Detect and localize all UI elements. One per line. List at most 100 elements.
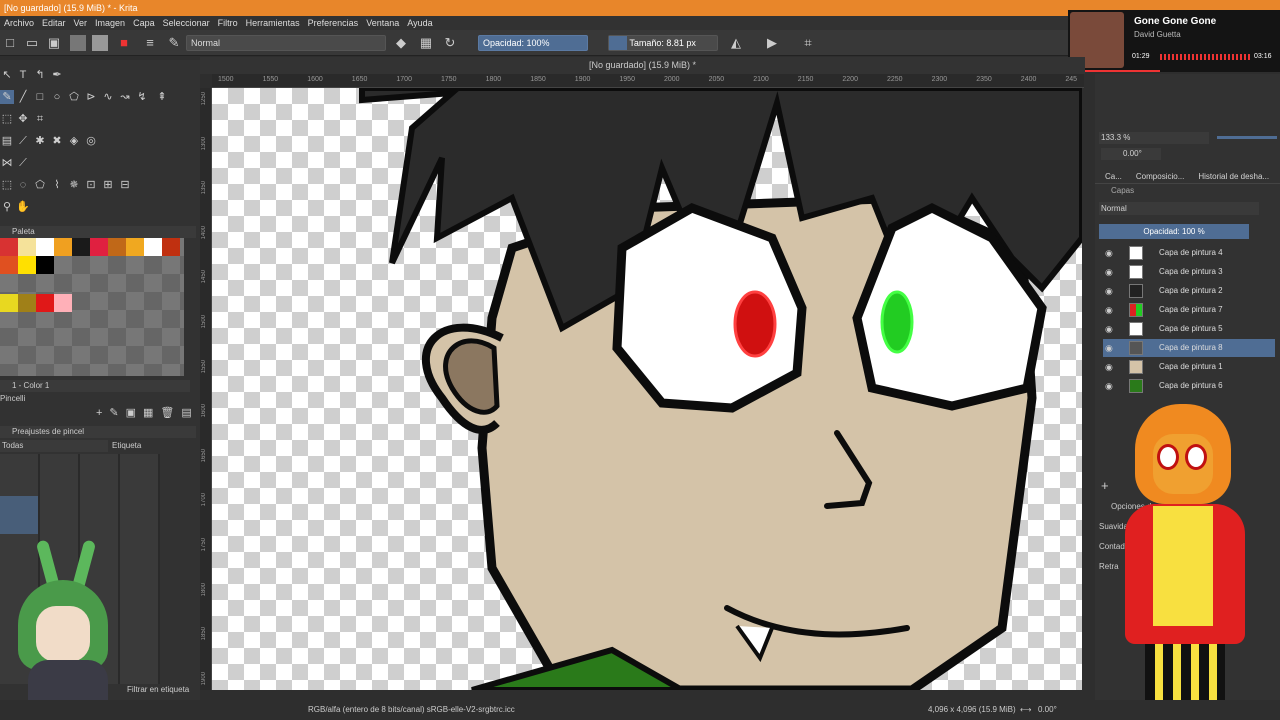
- swatch[interactable]: [90, 238, 108, 256]
- eye-icon[interactable]: ◉: [1105, 320, 1113, 338]
- size-slider[interactable]: Tamaño: 8.81 px: [608, 35, 718, 51]
- menu-seleccionar[interactable]: Seleccionar: [159, 16, 214, 30]
- layer-row[interactable]: ◉ Capa de pintura 1: [1103, 358, 1275, 376]
- reload-icon[interactable]: ↻: [442, 35, 458, 51]
- layer-row[interactable]: ◉ Capa de pintura 2: [1103, 282, 1275, 300]
- menu-ver[interactable]: Ver: [70, 16, 92, 30]
- layer-row-selected[interactable]: ◉ Capa de pintura 8: [1103, 339, 1275, 357]
- layer-row[interactable]: ◉ Capa de pintura 6: [1103, 377, 1275, 395]
- freehand-select-icon[interactable]: ⌇: [50, 178, 64, 192]
- swatch[interactable]: [0, 238, 18, 256]
- swatch[interactable]: [54, 238, 72, 256]
- menu-capa[interactable]: Capa: [129, 16, 159, 30]
- ellipse-select-icon[interactable]: ◌: [16, 178, 30, 192]
- opacity-slider[interactable]: Opacidad: 100%: [478, 35, 588, 51]
- menu-ventana[interactable]: Ventana: [362, 16, 403, 30]
- layer-row[interactable]: ◉ Capa de pintura 7: [1103, 301, 1275, 319]
- transform-tool-icon[interactable]: ⬚: [0, 112, 14, 126]
- eye-icon[interactable]: ◉: [1105, 263, 1113, 281]
- eraser-icon[interactable]: ◆: [393, 35, 409, 51]
- swatch[interactable]: [162, 238, 180, 256]
- zoom-tool-icon[interactable]: ⚲: [0, 200, 14, 214]
- menu-filtro[interactable]: Filtro: [214, 16, 242, 30]
- measure-tool-icon[interactable]: ⟋: [16, 156, 30, 170]
- move-tool-icon[interactable]: ✥: [16, 112, 30, 126]
- swatch[interactable]: [36, 256, 54, 274]
- swatch[interactable]: [18, 238, 36, 256]
- palette-actions[interactable]: +✎▣▦🗑▤: [96, 406, 199, 419]
- menu-imagen[interactable]: Imagen: [91, 16, 129, 30]
- swatch[interactable]: [126, 238, 144, 256]
- swatch[interactable]: [36, 294, 54, 312]
- eye-icon[interactable]: ◉: [1105, 282, 1113, 300]
- edit-shapes-icon[interactable]: ↰: [33, 68, 47, 82]
- layer-row[interactable]: ◉ Capa de pintura 5: [1103, 320, 1275, 338]
- polygon-select-icon[interactable]: ⬠: [33, 178, 47, 192]
- menu-preferencias[interactable]: Preferencias: [304, 16, 363, 30]
- rectangle-tool-icon[interactable]: □: [33, 90, 47, 104]
- swatch[interactable]: [0, 294, 18, 312]
- eye-icon[interactable]: ◉: [1105, 358, 1113, 376]
- alpha-lock-icon[interactable]: ▦: [418, 35, 434, 51]
- crop-tool-icon[interactable]: ⌗: [33, 112, 47, 126]
- zoom-select[interactable]: 133.3 %: [1099, 132, 1209, 144]
- text-tool-icon[interactable]: T: [16, 68, 30, 82]
- pattern-swatch-icon[interactable]: [92, 35, 108, 51]
- brush-settings-icon[interactable]: ≡: [142, 35, 158, 51]
- dynamic-brush-icon[interactable]: ↯: [135, 90, 149, 104]
- palette-grid[interactable]: [0, 238, 184, 376]
- tab-composiciones[interactable]: Composicio...: [1136, 170, 1184, 183]
- rotation-field[interactable]: 0.00°: [1101, 148, 1161, 160]
- similar-select-icon[interactable]: ⊡: [84, 178, 98, 192]
- calligraphy-icon[interactable]: ✒: [50, 68, 64, 82]
- freehand-brush-icon[interactable]: ✎: [0, 90, 14, 104]
- ellipse-tool-icon[interactable]: ○: [50, 90, 64, 104]
- menu-herramientas[interactable]: Herramientas: [242, 16, 304, 30]
- fill-tool-icon[interactable]: ◈: [67, 134, 81, 148]
- eye-icon[interactable]: ◉: [1105, 339, 1113, 357]
- zoom-slider[interactable]: [1217, 136, 1277, 139]
- menu-ayuda[interactable]: Ayuda: [403, 16, 436, 30]
- layer-blend-select[interactable]: Normal: [1099, 202, 1259, 215]
- swatch[interactable]: [144, 238, 162, 256]
- selected-brush-preset[interactable]: [0, 496, 38, 534]
- bezier-select-icon[interactable]: ⊞: [101, 178, 115, 192]
- document-tab[interactable]: [No guardado] (15.9 MiB) *: [200, 57, 1085, 74]
- enclose-fill-icon[interactable]: ◎: [84, 134, 98, 148]
- select-shapes-icon[interactable]: ↖: [0, 68, 14, 82]
- multibrush-icon[interactable]: ⇞: [155, 90, 169, 104]
- rotation-icon[interactable]: ⟷: [1020, 700, 1031, 720]
- mirror-vertical-icon[interactable]: ▶: [764, 35, 780, 51]
- swatch[interactable]: [36, 238, 54, 256]
- layer-opacity-slider[interactable]: Opacidad: 100 %: [1099, 224, 1249, 239]
- menu-archivo[interactable]: Archivo: [0, 16, 38, 30]
- swatch[interactable]: [72, 238, 90, 256]
- eye-icon[interactable]: ◉: [1105, 244, 1113, 262]
- line-tool-icon[interactable]: ╱: [16, 90, 30, 104]
- menu-editar[interactable]: Editar: [38, 16, 70, 30]
- polygon-tool-icon[interactable]: ⬠: [67, 90, 81, 104]
- tag-select[interactable]: Etiqueta: [112, 440, 162, 452]
- new-document-icon[interactable]: □: [2, 35, 18, 51]
- crop-icon[interactable]: ⌗: [800, 35, 816, 51]
- magnetic-select-icon[interactable]: ⊟: [118, 178, 132, 192]
- bezier-tool-icon[interactable]: ∿: [101, 90, 115, 104]
- save-icon[interactable]: ▣: [46, 35, 62, 51]
- swatch[interactable]: [0, 256, 18, 274]
- contiguous-select-icon[interactable]: ✵: [67, 178, 81, 192]
- gradient-swatch-icon[interactable]: [70, 35, 86, 51]
- color-picker-icon[interactable]: ⟋: [16, 134, 30, 148]
- current-color-select[interactable]: 1 - Color 1: [0, 380, 190, 392]
- swatch[interactable]: [108, 238, 126, 256]
- gradient-tool-icon[interactable]: ▤: [0, 134, 14, 148]
- drawing-canvas[interactable]: [212, 88, 1082, 690]
- assistant-tool-icon[interactable]: ⋈: [0, 156, 14, 170]
- colorize-mask-icon[interactable]: ✱: [33, 134, 47, 148]
- tab-historial[interactable]: Historial de desha...: [1198, 170, 1269, 183]
- mirror-horizontal-icon[interactable]: ◭: [728, 35, 744, 51]
- rect-select-icon[interactable]: ⬚: [0, 178, 14, 192]
- open-folder-icon[interactable]: ▭: [24, 35, 40, 51]
- swatch[interactable]: [18, 256, 36, 274]
- polyline-tool-icon[interactable]: ⊳: [84, 90, 98, 104]
- eye-icon[interactable]: ◉: [1105, 301, 1113, 319]
